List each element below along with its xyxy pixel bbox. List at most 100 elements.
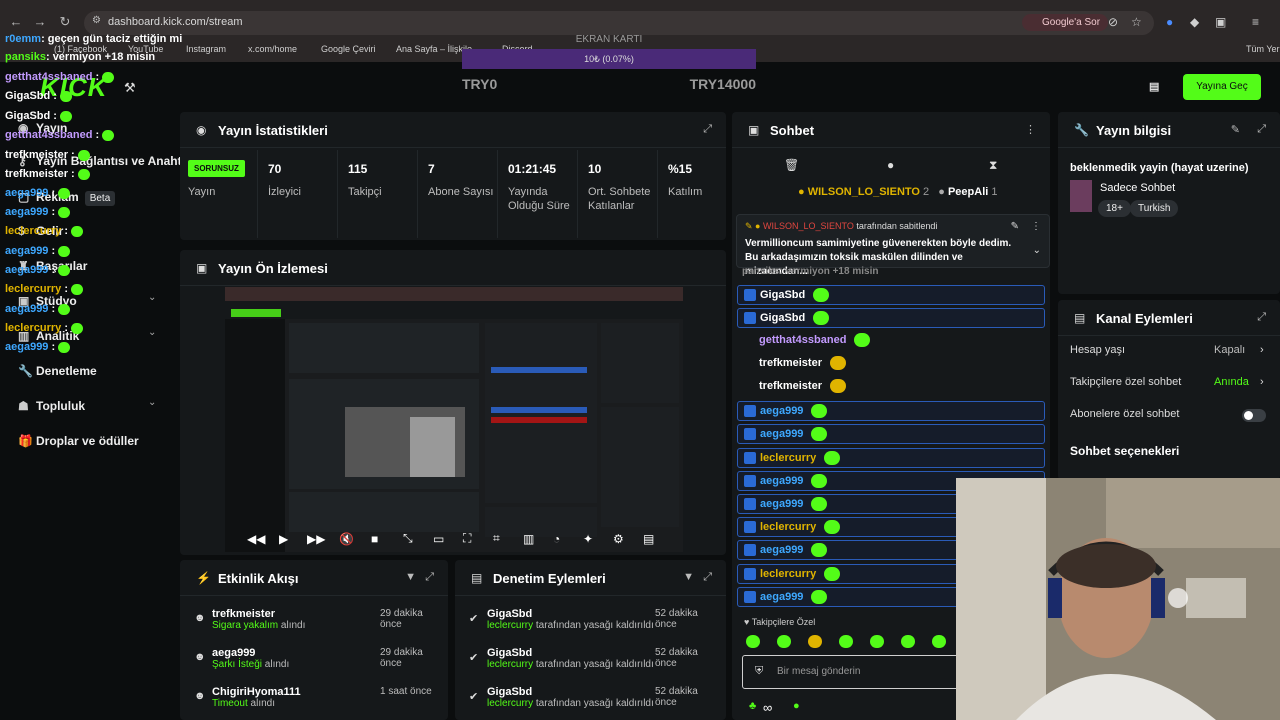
- mute-icon[interactable]: 🔇: [339, 532, 354, 546]
- activity-item[interactable]: ☻ aega999 Şarkı İsteği alındı 29 dakika önc…: [194, 647, 434, 670]
- edit-icon[interactable]: ✎: [1231, 123, 1240, 136]
- channel-action-value[interactable]: Anında: [1214, 376, 1249, 388]
- all-bookmarks[interactable]: Tüm Yer: [1246, 44, 1280, 54]
- sidebar-item-10[interactable]: 🎁 Droplar ve ödüller: [18, 434, 139, 448]
- more-icon[interactable]: ⋮: [1025, 123, 1036, 136]
- activity-item[interactable]: ☻ ChigiriHyoma111 Timeout alındı 1 saat önc…: [194, 686, 434, 709]
- channel-action-value[interactable]: Kapalı: [1214, 344, 1245, 356]
- expand-icon[interactable]: ⤢: [703, 571, 712, 584]
- top-gifter-name[interactable]: WILSON_LO_SIENTO: [808, 186, 920, 198]
- chat-message[interactable]: aega999: [737, 424, 1045, 444]
- hammer-icon[interactable]: ⚒: [124, 80, 136, 96]
- pip-icon[interactable]: ▭: [433, 532, 444, 546]
- unpin-icon[interactable]: ✎: [1011, 221, 1019, 232]
- activity-item[interactable]: ☻ trefkmeister Sigara yakalım alındı 29 dak…: [194, 608, 434, 631]
- expand-icon[interactable]: ⤢: [1257, 123, 1266, 136]
- chat-message[interactable]: trefkmeister: [737, 377, 1045, 397]
- category-name[interactable]: Sadece Sohbet: [1100, 182, 1175, 194]
- emote-picker-item[interactable]: [746, 635, 760, 648]
- fullscreen-icon[interactable]: ⛶: [463, 531, 471, 546]
- reload-icon[interactable]: ↻: [57, 14, 73, 30]
- chevron-down-icon[interactable]: ⌄: [148, 327, 156, 338]
- chat-username[interactable]: aega999: [760, 591, 803, 603]
- camera-icon[interactable]: ■: [371, 532, 378, 546]
- site-info-icon[interactable]: ⚙: [92, 15, 101, 26]
- sidebar-item-9[interactable]: ☗ Topluluk: [18, 399, 85, 413]
- hourglass-icon[interactable]: ⧗: [989, 158, 997, 173]
- back-icon[interactable]: ←: [8, 14, 24, 29]
- star-icon[interactable]: ☆: [1131, 15, 1142, 29]
- settings-icon[interactable]: ⚙: [613, 532, 624, 546]
- moderation-item[interactable]: ✔ GigaSbd leclercurry tarafından yasağı ka…: [469, 686, 719, 709]
- chat-username[interactable]: aega999: [760, 475, 803, 487]
- emote-picker-item[interactable]: [901, 635, 915, 648]
- moderation-item[interactable]: ✔ GigaSbd leclercurry tarafından yasağı ka…: [469, 608, 719, 631]
- sidebar-item-8[interactable]: 🔧 Denetleme: [18, 364, 97, 378]
- mod-icon[interactable]: ▤: [1149, 80, 1159, 93]
- chat-message[interactable]: GigaSbd: [737, 308, 1045, 328]
- chat-username[interactable]: aega999: [760, 405, 803, 417]
- expand-icon[interactable]: ⤢: [1257, 311, 1266, 324]
- emote-picker-item[interactable]: [932, 635, 946, 648]
- chat-message[interactable]: aega999: [737, 401, 1045, 421]
- extension-icon[interactable]: ●: [1166, 15, 1173, 29]
- emote-picker-item[interactable]: [808, 635, 822, 648]
- eye-off-icon[interactable]: ⊘: [1108, 15, 1118, 29]
- timer-icon[interactable]: ◔: [553, 532, 560, 546]
- chat-message[interactable]: getthat4ssbaned: [737, 331, 1045, 351]
- chat-input[interactable]: ⛨ Bir mesaj gönderin: [742, 655, 962, 689]
- stream-preview[interactable]: ◀◀ ▶ ▶▶ 🔇 ■ ⤡ ▭ ⛶ ⌗ ▥ ◔ ✦ ⚙ ▤: [225, 287, 683, 552]
- expand-icon[interactable]: ⤢: [425, 571, 434, 584]
- play-icon[interactable]: ▶: [279, 532, 288, 546]
- chat-message[interactable]: leclercurry: [737, 448, 1045, 468]
- emote-picker-item[interactable]: [839, 635, 853, 648]
- chat-username[interactable]: aega999: [760, 498, 803, 510]
- chevron-down-icon[interactable]: ⌄: [148, 292, 156, 303]
- clip-icon[interactable]: ▥: [523, 532, 534, 546]
- chat-message[interactable]: GigaSbd: [737, 285, 1045, 305]
- trash-icon[interactable]: 🗑: [784, 158, 799, 172]
- forward-icon[interactable]: ▶▶: [307, 532, 325, 546]
- extension2-icon[interactable]: ◆: [1190, 15, 1199, 29]
- chat-username[interactable]: trefkmeister: [759, 357, 822, 369]
- forward-icon[interactable]: →: [32, 14, 48, 29]
- emote-picker-item[interactable]: [777, 635, 791, 648]
- chevron-down-icon[interactable]: ⌄: [1033, 245, 1041, 256]
- chat-username[interactable]: aega999: [760, 544, 803, 556]
- rewind-icon[interactable]: ◀◀: [247, 532, 265, 546]
- bookmark-instagram[interactable]: Instagram: [186, 44, 226, 54]
- chevron-down-icon[interactable]: ⌄: [148, 397, 156, 408]
- pinned-more-icon[interactable]: ⋮: [1031, 221, 1041, 232]
- emote-picker-item[interactable]: [870, 635, 884, 648]
- kick-coin-icon[interactable]: ●: [793, 700, 800, 712]
- chat-username[interactable]: trefkmeister: [759, 380, 822, 392]
- bubble-icon[interactable]: ●: [887, 158, 894, 172]
- expand-icon[interactable]: ⤢: [703, 123, 712, 136]
- chevron-right-icon[interactable]: ›: [1260, 344, 1264, 356]
- bookmark-translate[interactable]: Google Çeviri: [321, 44, 376, 54]
- address-bar[interactable]: ⚙ dashboard.kick.com/stream: [84, 11, 1154, 35]
- chat-message[interactable]: trefkmeister: [737, 354, 1045, 374]
- chat-username[interactable]: aega999: [760, 428, 803, 440]
- fit-icon[interactable]: ⤡: [403, 531, 413, 546]
- chat-username[interactable]: getthat4ssbaned: [759, 334, 846, 346]
- screen-icon[interactable]: ▤: [643, 532, 654, 546]
- pin-icon[interactable]: ✦: [583, 532, 593, 546]
- paw-icon[interactable]: ♣: [749, 700, 756, 712]
- filter-icon[interactable]: ▼: [405, 571, 416, 583]
- menu-icon[interactable]: ≡: [1252, 15, 1259, 29]
- filter-icon[interactable]: ▼: [683, 571, 694, 583]
- puzzle-icon[interactable]: ▣: [1215, 15, 1226, 29]
- chat-username[interactable]: GigaSbd: [760, 289, 805, 301]
- go-live-button[interactable]: Yayına Geç: [1183, 74, 1261, 100]
- google-ask-button[interactable]: Google'a Sor: [1022, 14, 1109, 31]
- chat-username[interactable]: leclercurry: [760, 452, 816, 464]
- pinned-message[interactable]: ✎ ● WILSON_LO_SIENTO tarafından sabitlen…: [736, 214, 1050, 277]
- subscribers-only-toggle[interactable]: [1242, 409, 1266, 422]
- chat-username[interactable]: leclercurry: [760, 521, 816, 533]
- chat-username[interactable]: GigaSbd: [760, 312, 805, 324]
- bookmark-x[interactable]: x.com/home: [248, 44, 297, 54]
- second-gifter-name[interactable]: PeepAli: [948, 186, 988, 198]
- chevron-right-icon[interactable]: ›: [1260, 376, 1264, 388]
- moderation-item[interactable]: ✔ GigaSbd leclercurry tarafından yasağı ka…: [469, 647, 719, 670]
